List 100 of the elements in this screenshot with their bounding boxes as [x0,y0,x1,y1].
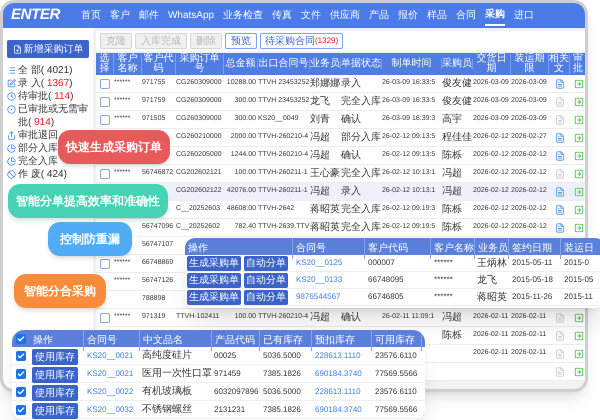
toolbar-button[interactable]: 预览 [225,33,257,49]
use-stock-button[interactable]: 使用库存 [32,385,78,401]
generate-order-button[interactable]: 生成采购单 [187,256,241,270]
document-icon[interactable] [554,222,564,232]
contract-link[interactable]: 9876544567 [293,291,365,303]
column-header: 采购员 [442,59,472,69]
approval-icon[interactable] [574,150,584,160]
reserved-link[interactable]: 690184.3740 [312,404,372,416]
nav-tab[interactable]: 进口 [514,6,534,25]
filter-item[interactable]: 部分入库 [18,142,58,155]
contract-link[interactable]: KS20__0133 [293,274,365,286]
nav-tab[interactable]: 业务检查 [223,6,264,25]
approval-icon[interactable] [574,168,584,178]
checkbox[interactable] [100,78,110,88]
document-icon[interactable] [554,132,564,142]
approval-icon[interactable] [574,96,584,106]
nav-tab[interactable]: 产品 [369,6,390,25]
table-cell-text: 不锈钢螺丝 [141,402,193,417]
approval-icon[interactable] [574,330,584,340]
filter-item[interactable]: 完全入库 [18,155,58,168]
nav-tab[interactable]: 样品 [427,6,448,25]
document-icon[interactable] [554,348,564,358]
approval-icon[interactable] [574,204,584,214]
table-cell-text: 龙飞 [310,94,330,109]
document-icon[interactable] [554,78,564,88]
checkbox[interactable] [16,334,26,344]
checkbox[interactable] [16,350,26,360]
nav-tab[interactable]: 首页 [80,6,101,25]
checkbox[interactable] [100,114,110,124]
column-header: 业务员 [310,59,340,69]
column-header: 合同号 [296,242,326,254]
nav-tab[interactable]: 采购 [485,5,506,26]
use-stock-button[interactable]: 使用库存 [32,403,78,419]
contract-link[interactable]: KS20__0021 [84,350,140,362]
filter-item[interactable]: 审批退回 [18,129,58,142]
column-header: 产品代码 [215,334,255,346]
filter-item[interactable]: 作 废( 424) [18,168,67,181]
checkbox[interactable] [100,96,110,106]
filter-item[interactable]: 已审批或无需审批( 914) [18,103,89,129]
use-stock-button[interactable]: 使用库存 [32,349,78,365]
pending-contracts-button[interactable]: 待采购合同(1329) [260,33,344,49]
use-stock-button[interactable]: 使用库存 [32,367,78,383]
document-icon[interactable] [554,168,564,178]
table-cell-text: 完全入库 [341,220,381,235]
table-cell-text: 程佳佳 [442,131,472,145]
column-header: 业务员 [478,242,508,254]
nav-tab[interactable]: 邮件 [138,6,159,25]
checkbox[interactable] [100,168,110,178]
document-icon[interactable] [554,186,564,196]
contract-link[interactable]: KS20__0032 [84,404,140,416]
document-icon[interactable] [554,366,564,376]
document-icon[interactable] [554,150,564,160]
nav-tab[interactable]: 文件 [301,6,322,25]
nav-tab[interactable]: WhatsApp [168,6,214,25]
nav-tab[interactable]: 供应商 [330,6,360,25]
document-icon[interactable] [554,312,564,322]
nav-tab[interactable]: 合同 [456,6,476,25]
auto-split-button[interactable]: 自动分单 [244,272,288,288]
column-header: 客户代码 [368,242,408,254]
approval-icon[interactable] [574,366,584,376]
nav-tab[interactable]: 报价 [398,6,418,25]
nav-tab[interactable]: 客户 [110,6,130,25]
contract-link[interactable]: KS20__0021 [84,368,140,380]
table-cell-text: 66748095 [367,274,405,286]
approval-icon[interactable] [574,114,584,124]
document-icon[interactable] [554,330,564,340]
contract-link[interactable]: KS20__0022 [84,386,140,398]
checkbox[interactable] [16,404,26,414]
approval-icon[interactable] [574,186,584,196]
nav-tab[interactable]: 传真 [272,6,292,25]
generate-order-button[interactable]: 生成采购单 [187,272,241,288]
new-order-button[interactable]: 新增采购订单 [7,40,89,58]
auto-split-button[interactable]: 自动分单 [244,290,288,304]
approval-icon[interactable] [574,222,584,232]
filter-item[interactable]: 全 部( 4021) [18,64,72,77]
reserved-link[interactable]: 228613.1110 [312,386,372,398]
column-header: 单据状态 [341,59,381,69]
approval-icon[interactable] [574,78,584,88]
reserved-link[interactable]: 690184.3740 [312,368,372,380]
column-header: 签约日期 [512,242,552,254]
checkbox[interactable] [16,386,26,396]
table-cell-text: 陈栎 [442,202,462,217]
approval-icon[interactable] [574,348,584,358]
contract-link[interactable]: KS20__0125 [293,257,365,269]
approval-icon[interactable] [574,312,584,322]
generate-order-button[interactable]: 生成采购单 [187,290,241,304]
filter-icon [7,92,16,101]
document-icon[interactable] [554,96,564,106]
document-icon[interactable] [554,204,564,214]
table-cell-text: 刘青 [310,112,330,127]
auto-split-button[interactable]: 自动分单 [244,256,288,270]
filter-item[interactable]: 待审批( 114) [18,90,74,103]
checkbox[interactable] [100,312,110,322]
approval-icon[interactable] [574,132,584,142]
column-header: 采购订单号 [178,54,220,74]
reserved-link[interactable]: 228613.1110 [312,350,372,362]
filter-item[interactable]: 录 入( 1367) [18,77,72,90]
checkbox[interactable] [100,258,110,268]
document-icon[interactable] [554,114,564,124]
checkbox[interactable] [16,368,26,378]
